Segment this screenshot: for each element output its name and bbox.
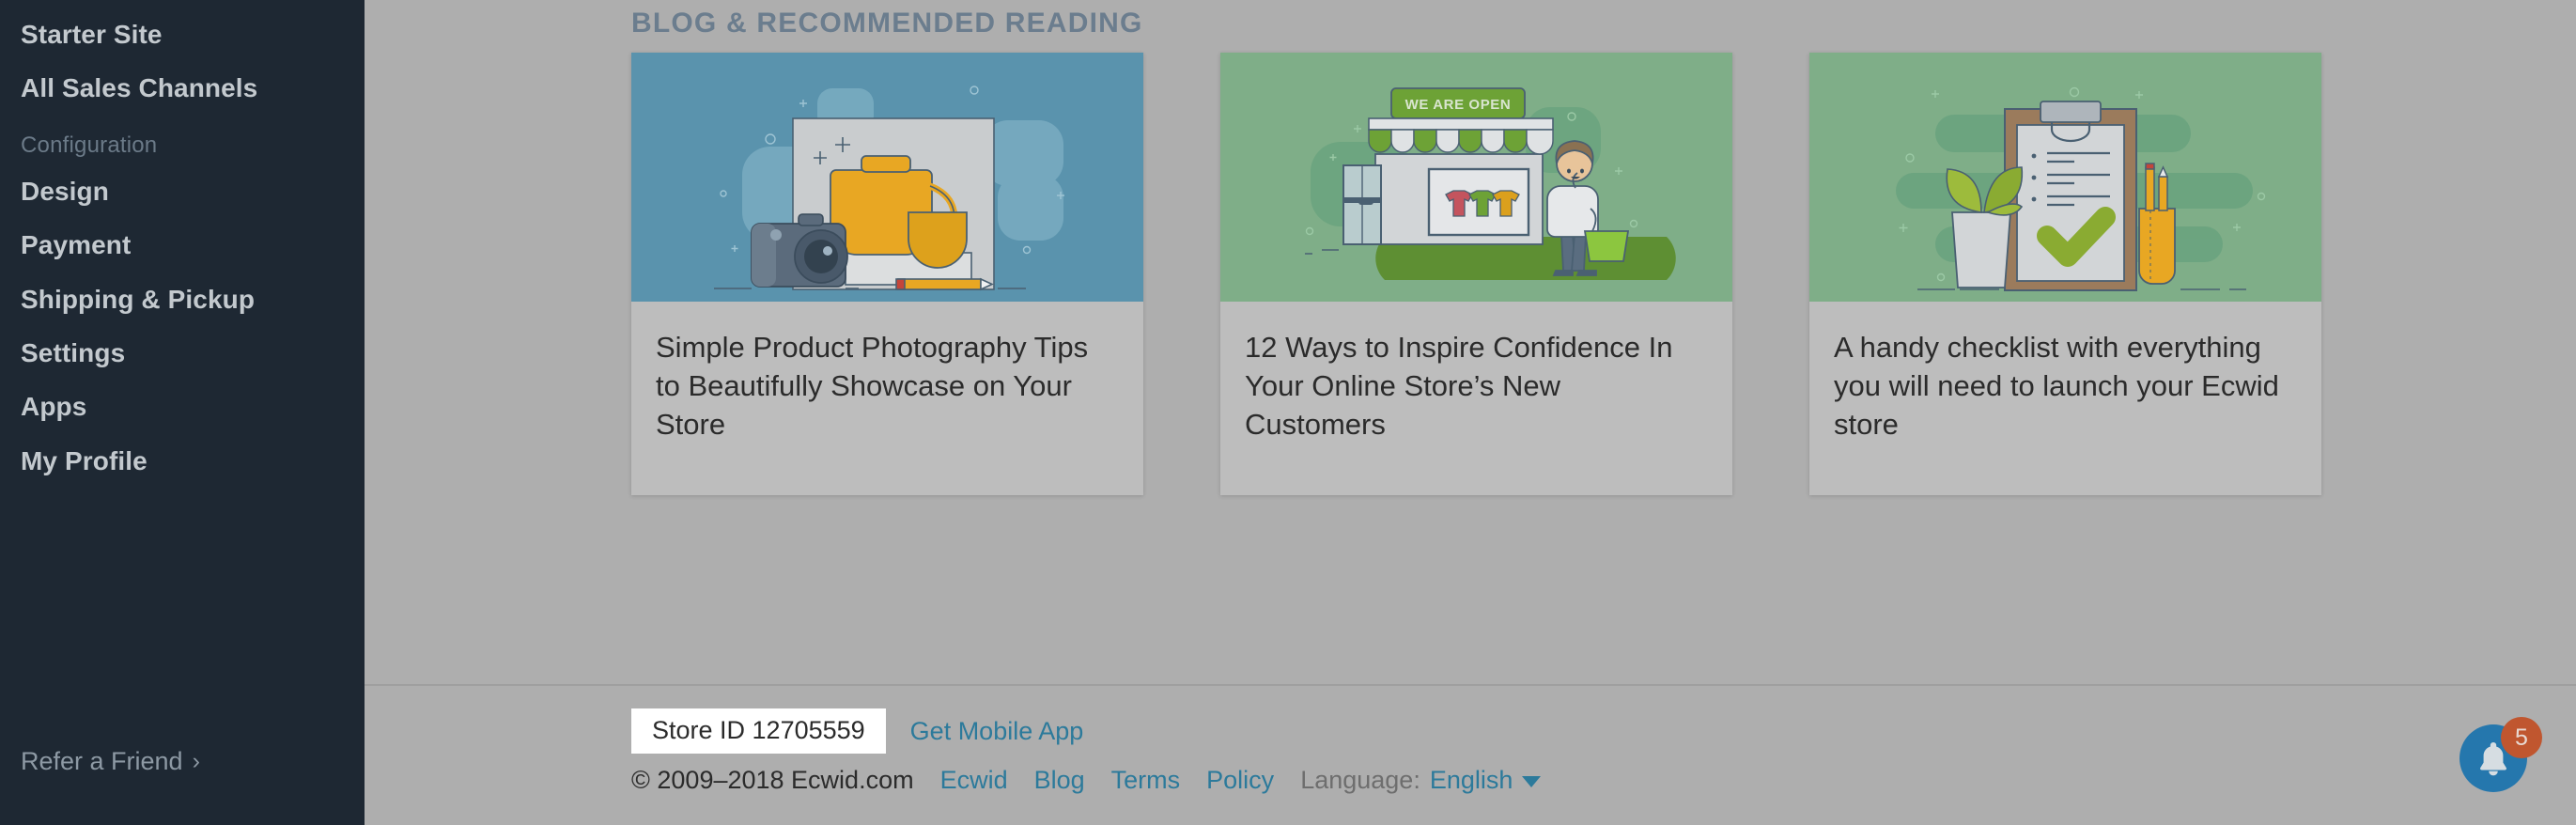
blog-card-title: Simple Product Photography Tips to Beaut… [656, 331, 1089, 442]
storefront-illustration: WE ARE OPEN [1220, 53, 1732, 302]
language-value[interactable]: English [1430, 766, 1513, 795]
blog-card-title: 12 Ways to Inspire Confidence In Your On… [1245, 331, 1673, 442]
sidebar-item-settings[interactable]: Settings [0, 326, 365, 380]
main-area: BLOG & RECOMMENDED READING Simple Produc… [365, 0, 2576, 825]
footer-row-top: Store ID 12705559 Get Mobile App [631, 708, 2576, 754]
sidebar-item-shipping-pickup[interactable]: Shipping & Pickup [0, 272, 365, 326]
footer-link-ecwid[interactable]: Ecwid [940, 766, 1008, 795]
sidebar-item-starter-site[interactable]: Starter Site [0, 8, 365, 61]
chevron-right-icon: › [192, 748, 200, 774]
sidebar-item-label: Settings [21, 337, 126, 367]
sidebar-item-label: Starter Site [21, 20, 163, 49]
sidebar-item-label: Design [21, 176, 109, 206]
footer-link-policy[interactable]: Policy [1206, 766, 1274, 795]
store-id-tooltip: Store ID 12705559 [631, 708, 886, 754]
notifications-count: 5 [2515, 724, 2528, 751]
page-footer: Store ID 12705559 Get Mobile App © 2009–… [365, 684, 2576, 825]
footer-link-blog[interactable]: Blog [1034, 766, 1085, 795]
sidebar-item-label: Apps [21, 392, 87, 422]
content-area: BLOG & RECOMMENDED READING Simple Produc… [365, 0, 2576, 684]
blog-card[interactable]: A handy checklist with everything you wi… [1809, 53, 2321, 495]
checklist-clipboard-illustration [1809, 53, 2321, 302]
sidebar-item-label: My Profile [21, 445, 147, 475]
footer-link-terms[interactable]: Terms [1111, 766, 1181, 795]
sidebar-item-my-profile[interactable]: My Profile [0, 434, 365, 488]
blog-card[interactable]: WE ARE OPEN 12 Ways to Inspire Confidenc… [1220, 53, 1732, 495]
sidebar-item-payment[interactable]: Payment [0, 218, 365, 272]
refer-a-friend-label: Refer a Friend [21, 747, 183, 775]
sidebar-item-apps[interactable]: Apps [0, 380, 365, 433]
copyright-text: © 2009–2018 Ecwid.com [631, 765, 914, 794]
notifications-widget: 5 [2460, 717, 2542, 800]
sidebar-section-configuration: Configuration [21, 132, 158, 158]
chevron-down-icon[interactable] [1522, 776, 1542, 787]
product-photography-illustration [631, 53, 1143, 302]
footer-row-bottom: © 2009–2018 Ecwid.com Ecwid Blog Terms P… [631, 759, 2576, 801]
blog-card[interactable]: Simple Product Photography Tips to Beaut… [631, 53, 1143, 495]
language-label: Language: [1300, 765, 1420, 794]
svg-text:WE ARE OPEN: WE ARE OPEN [1405, 97, 1512, 113]
notifications-badge[interactable]: 5 [2501, 717, 2542, 758]
sidebar-item-label: Payment [21, 230, 132, 260]
sidebar-item-design[interactable]: Design [0, 164, 365, 218]
sidebar: Starter Site All Sales Channels Configur… [0, 0, 365, 825]
page-title: BLOG & RECOMMENDED READING [631, 8, 1143, 39]
sidebar-item-label: Shipping & Pickup [21, 284, 256, 314]
language-selector[interactable]: Language: English [1300, 765, 1542, 795]
app-root: Starter Site All Sales Channels Configur… [0, 0, 2576, 825]
blog-card-list: Simple Product Photography Tips to Beaut… [631, 53, 2576, 495]
sidebar-item-all-sales-channels[interactable]: All Sales Channels [0, 61, 365, 115]
sidebar-item-label: All Sales Channels [21, 73, 258, 103]
get-mobile-app-link[interactable]: Get Mobile App [910, 717, 1084, 746]
refer-a-friend-link[interactable]: Refer a Friend › [21, 747, 200, 776]
blog-card-title: A handy checklist with everything you wi… [1834, 331, 2279, 442]
